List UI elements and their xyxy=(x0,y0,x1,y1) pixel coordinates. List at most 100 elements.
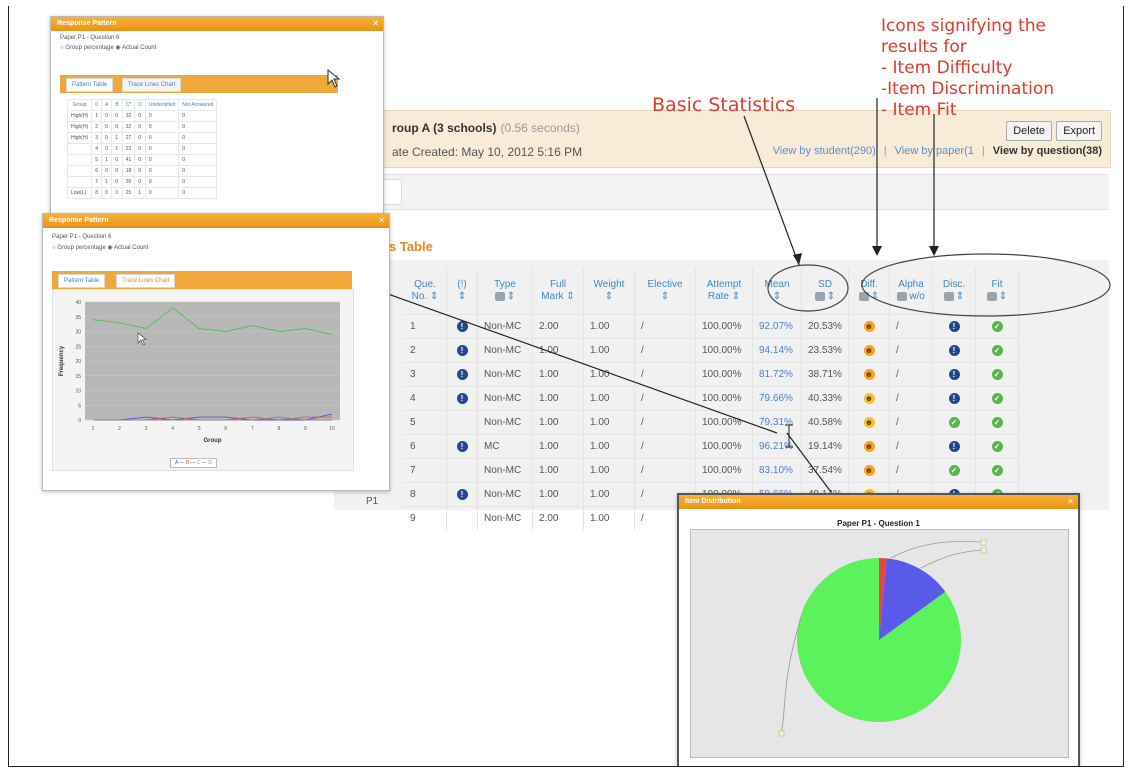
tab-bar: Pattern Table Trace Lines Chart xyxy=(60,75,338,93)
response-pattern-window-top: Response Pattern ✕ Paper P1 - Question 6… xyxy=(50,16,384,218)
y-tick-label: 30 xyxy=(75,330,81,336)
tab-pattern-table[interactable]: Pattern Table xyxy=(66,78,114,92)
paper-question-label: Paper P1 - Question 6 xyxy=(52,234,112,240)
pattern-cell: 0 xyxy=(134,110,146,122)
pattern-cell: 0 xyxy=(111,165,123,177)
radio-group: ○ Group percentage ◉ Actual Count xyxy=(60,44,156,51)
close-icon[interactable]: ✕ xyxy=(378,214,385,228)
pattern-column-header: 0 xyxy=(91,99,103,111)
icons-annotation-line: -Item Discrimination xyxy=(881,79,1055,99)
pattern-cell: 0 xyxy=(134,143,146,155)
pattern-column-header: A xyxy=(100,99,113,111)
pattern-cell: 0 xyxy=(144,176,180,188)
pattern-cell: 4 xyxy=(91,143,103,155)
icons-oval xyxy=(861,253,1111,317)
x-tick-label: 8 xyxy=(277,426,280,432)
y-tick-label: 0 xyxy=(78,418,81,424)
pattern-row: High(H) 2 0 0 32 0 0 0 xyxy=(66,121,218,133)
trace-lines-chart: 0 5 10 15 20 25 30 35 40 1 2 3 4 5 6 7 8 9 10 Group Frequenc… xyxy=(59,300,340,444)
legend-a: A xyxy=(175,460,179,466)
pattern-cell: 0 xyxy=(134,132,146,144)
radio-group-percentage[interactable]: ○ xyxy=(60,45,64,51)
pie-label-box xyxy=(980,539,987,546)
y-tick-label: 25 xyxy=(75,344,81,350)
x-tick-label: 4 xyxy=(171,426,174,432)
radio-label: Actual Count xyxy=(113,245,149,251)
pattern-cell: 0 xyxy=(178,121,218,133)
pattern-cell: 0 xyxy=(111,176,123,188)
pattern-cell: 0 xyxy=(144,187,180,199)
icons-annotation-line: - Item Fit xyxy=(881,100,957,120)
pattern-cell: 1 xyxy=(111,132,123,144)
tab-trace-lines[interactable]: Trace Lines Chart xyxy=(122,78,182,92)
radio-group-percentage[interactable]: ○ xyxy=(52,245,56,251)
x-tick-label: 3 xyxy=(145,426,148,432)
window-title: Item Distribution xyxy=(679,495,1078,509)
pattern-column-header: Unidentified xyxy=(144,99,180,111)
pattern-row: High(H) 1 0 0 32 0 0 0 xyxy=(66,110,218,122)
pie-label-box xyxy=(980,547,987,554)
y-tick-label: 10 xyxy=(75,389,81,395)
x-tick-label: 10 xyxy=(329,426,335,432)
pie-label-box xyxy=(778,730,785,737)
pattern-table: Group 0 A B C* D Unidentified Not Answered High… xyxy=(66,99,218,199)
legend-b: B xyxy=(185,460,190,466)
pattern-column-header: C* xyxy=(121,99,136,111)
pattern-cell: 0 xyxy=(144,110,180,122)
pattern-cell: 5 xyxy=(91,154,103,166)
x-tick-label: 7 xyxy=(251,426,254,432)
y-axis-label: Frequency xyxy=(59,345,65,376)
close-icon[interactable]: ✕ xyxy=(1067,495,1074,509)
radio-label: Group percentage xyxy=(65,45,114,51)
pattern-row: High(H) 3 0 1 27 0 0 0 xyxy=(66,132,218,144)
pattern-cell: 18 xyxy=(121,165,136,177)
x-tick-label: 2 xyxy=(118,426,121,432)
pattern-cell: 0 xyxy=(144,143,180,155)
window-title: Response Pattern xyxy=(51,17,383,31)
pattern-cell xyxy=(66,176,93,188)
pattern-row: 4 0 1 23 0 0 0 xyxy=(66,143,218,155)
pattern-cell xyxy=(66,165,93,177)
pattern-cell: 23 xyxy=(121,143,136,155)
tab-pattern-table[interactable]: Pattern Table xyxy=(58,274,106,288)
pattern-cell: 0 xyxy=(100,143,113,155)
pattern-row: 7 1 0 30 0 0 0 xyxy=(66,176,218,188)
pattern-cell: 0 xyxy=(134,176,146,188)
y-tick-label: 15 xyxy=(75,374,81,380)
pattern-cell: High(H) xyxy=(66,121,93,133)
pattern-cell: 0 xyxy=(134,165,146,177)
pattern-cell: 32 xyxy=(121,110,136,122)
pattern-cell: 0 xyxy=(100,187,113,199)
pattern-cell: 1 xyxy=(91,110,103,122)
pattern-cell: 7 xyxy=(91,176,103,188)
pattern-cell: 0 xyxy=(144,132,180,144)
x-tick-label: 9 xyxy=(304,426,307,432)
chart-container: 0 5 10 15 20 25 30 35 40 1 2 3 4 5 6 7 8 9 10 Group Frequenc… xyxy=(52,289,354,471)
close-icon[interactable]: ✕ xyxy=(372,17,379,31)
pattern-cell: 0 xyxy=(178,110,218,122)
pattern-cell: 8 xyxy=(91,187,103,199)
pattern-cell: 25 xyxy=(121,187,136,199)
pie-chart-container xyxy=(690,529,1069,758)
radio-actual-count[interactable]: ◉ xyxy=(107,245,112,251)
pattern-cell: 0 xyxy=(178,165,218,177)
pattern-column-header: D xyxy=(134,99,146,111)
screenshot-frame: roup A (3 schools) (0.56 seconds) ate Cre… xyxy=(8,6,1124,767)
pie-chart xyxy=(778,539,987,737)
arrow-pie xyxy=(786,432,832,493)
radio-actual-count[interactable]: ◉ xyxy=(115,45,120,51)
pattern-row: Low(L) 8 0 0 25 1 0 0 xyxy=(66,187,218,199)
tab-trace-lines[interactable]: Trace Lines Chart xyxy=(116,274,176,288)
y-tick-label: 20 xyxy=(75,359,81,365)
legend-d: D xyxy=(208,460,212,466)
arrow-basic-stats xyxy=(743,115,800,266)
pattern-cell: 0 xyxy=(178,176,218,188)
pattern-cell xyxy=(66,143,93,155)
icons-annotation-line: Icons signifying the xyxy=(881,16,1047,36)
pattern-cell: 0 xyxy=(144,154,180,166)
pattern-cell: 0 xyxy=(144,165,180,177)
pattern-cell: 0 xyxy=(144,121,180,133)
pattern-cell: 0 xyxy=(178,143,218,155)
x-tick-label: 1 xyxy=(92,426,95,432)
pattern-column-header: B xyxy=(111,99,123,111)
